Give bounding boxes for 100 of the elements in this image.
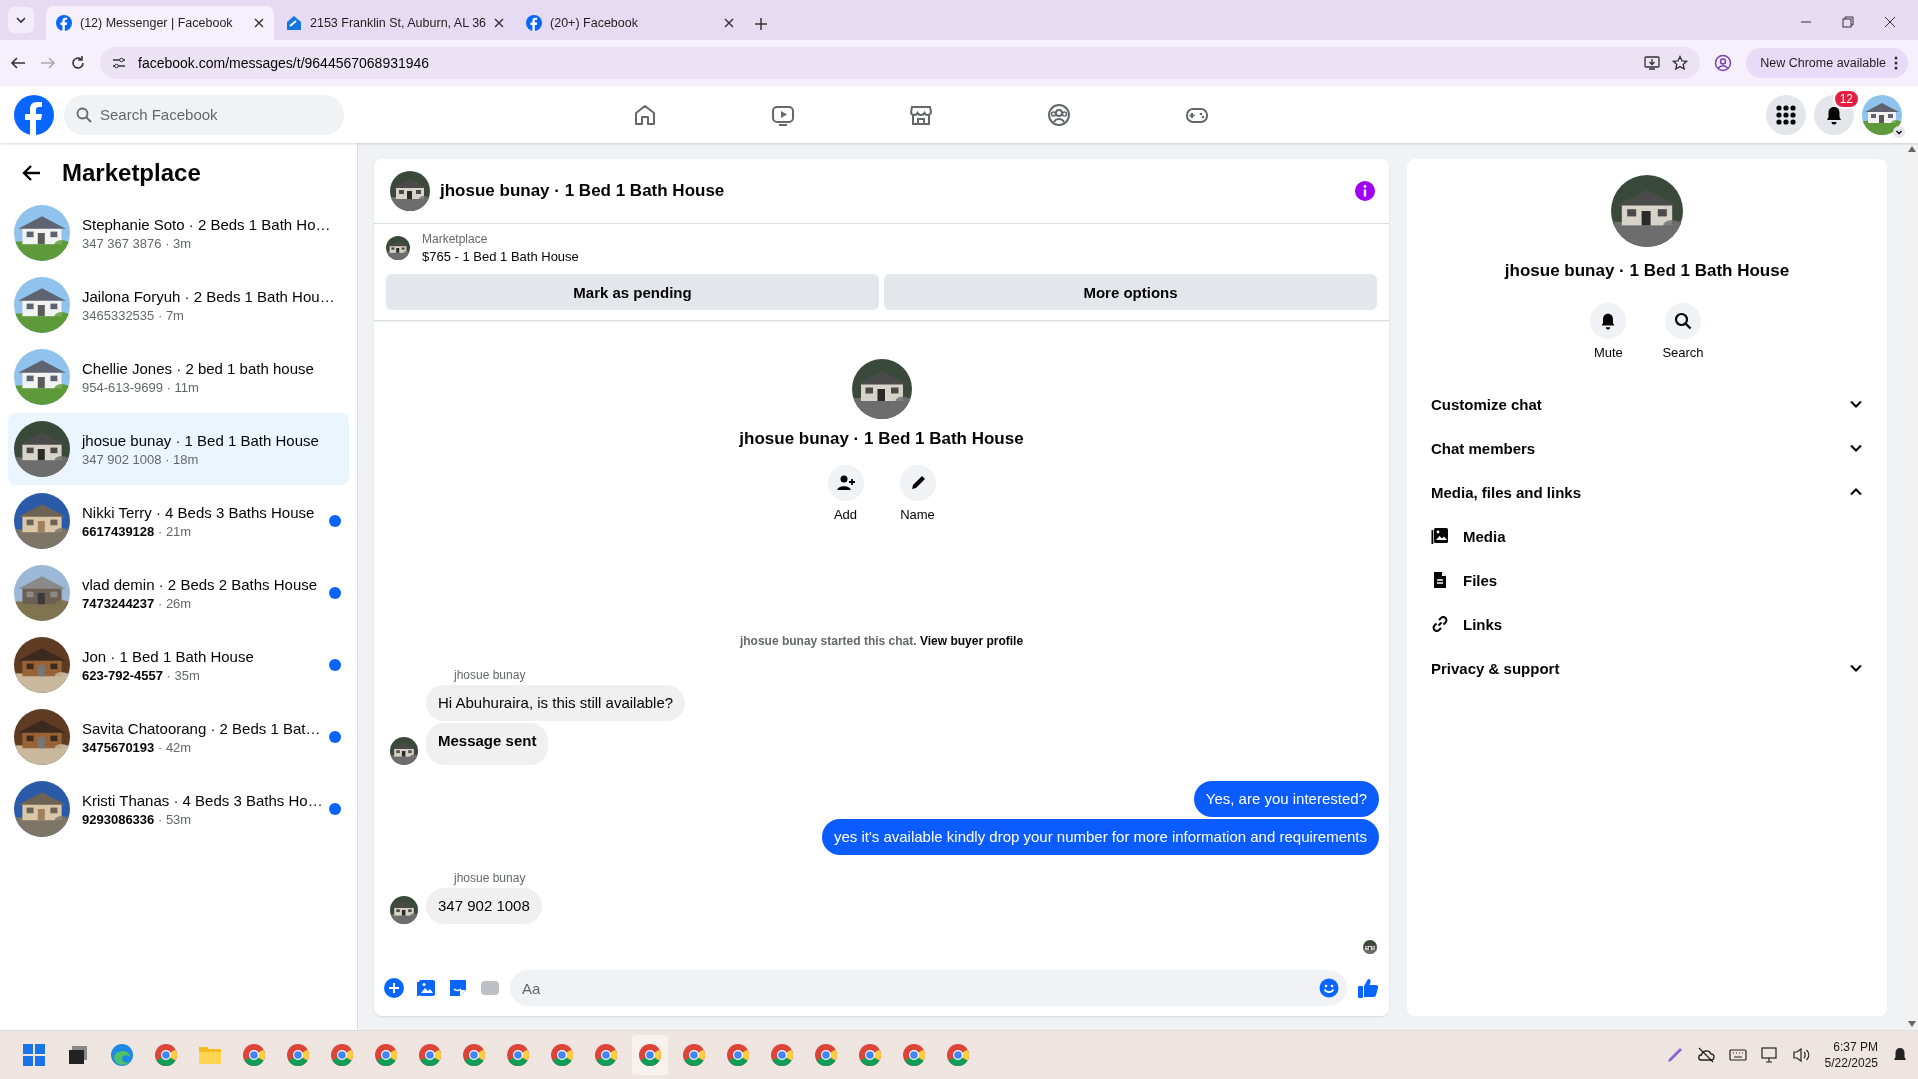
browser-tab[interactable]: 2153 Franklin St, Auburn, AL 36: [276, 6, 515, 40]
star-icon[interactable]: [1672, 55, 1689, 71]
unread-dot: [329, 515, 341, 527]
chrome-icon[interactable]: [330, 1043, 354, 1067]
close-icon[interactable]: [1884, 16, 1896, 28]
restore-icon[interactable]: [1842, 16, 1854, 28]
back-icon[interactable]: [10, 55, 26, 71]
message-input[interactable]: Aa: [510, 970, 1347, 1006]
profile-action-button[interactable]: [827, 465, 864, 501]
chrome-icon[interactable]: [902, 1043, 926, 1067]
edge-icon[interactable]: [110, 1043, 134, 1067]
chrome-icon[interactable]: [374, 1043, 398, 1067]
phone-number: 9293086336: [82, 811, 155, 827]
close-icon[interactable]: [254, 18, 264, 28]
back-arrow-icon[interactable]: [22, 163, 42, 183]
profile-icon[interactable]: [1714, 54, 1733, 72]
section-label: Chat members: [1431, 439, 1536, 457]
chrome-icon[interactable]: [638, 1043, 662, 1067]
section-item[interactable]: Media: [1421, 514, 1873, 558]
section-header[interactable]: Customize chat: [1421, 382, 1873, 426]
sticker-icon[interactable]: [448, 978, 468, 998]
conversation-item[interactable]: Chellie Jones · 2 bed 1 bath house 954-613-9699 · 11m: [8, 341, 349, 413]
conversation-item[interactable]: Jailona Foryuh · 2 Beds 1 Bath Hou… 3465332535 · 7m: [8, 269, 349, 341]
section-header[interactable]: Privacy & support: [1421, 646, 1873, 690]
reload-icon[interactable]: [70, 55, 86, 71]
search-icon: [1674, 312, 1692, 330]
keyboard-icon[interactable]: [1728, 1048, 1747, 1062]
chrome-icon[interactable]: [242, 1043, 266, 1067]
action-label: Search: [1662, 345, 1704, 360]
chrome-icon[interactable]: [154, 1043, 178, 1067]
conversation-item[interactable]: vlad demin · 2 Beds 2 Baths House 7473244237 · 26m: [8, 557, 349, 629]
profile-action-button[interactable]: [1665, 303, 1701, 339]
chrome-icon[interactable]: [286, 1043, 310, 1067]
menu-button[interactable]: [1766, 94, 1806, 135]
windows-start-icon[interactable]: [23, 1044, 45, 1066]
conversation-item[interactable]: Nikki Terry · 4 Beds 3 Baths House 6617439128 · 21m: [8, 485, 349, 557]
chrome-icon[interactable]: [858, 1043, 882, 1067]
browser-tab[interactable]: (20+) Facebook: [516, 6, 745, 40]
chevron-down-icon: [1893, 125, 1905, 138]
cloud-offline-icon[interactable]: [1696, 1047, 1715, 1063]
chrome-icon[interactable]: [682, 1043, 706, 1067]
section-item[interactable]: Files: [1421, 558, 1873, 602]
chrome-icon[interactable]: [506, 1043, 530, 1067]
action-button[interactable]: Mark as pending: [386, 274, 879, 310]
pen-icon[interactable]: [1666, 1047, 1683, 1063]
timestamp: · 35m: [166, 667, 200, 683]
scroll-down-icon[interactable]: [1907, 1021, 1916, 1027]
notification-center-icon[interactable]: [1892, 1047, 1908, 1063]
close-icon[interactable]: [494, 18, 505, 28]
close-icon[interactable]: [724, 18, 735, 28]
section-item-label: Media: [1463, 527, 1506, 545]
home-icon[interactable]: [633, 102, 657, 127]
install-icon[interactable]: [1644, 55, 1661, 71]
clock[interactable]: 6:37 PM 5/22/2025: [1824, 1039, 1878, 1071]
chat-start-note: jhosue bunay started this chat. View buyer profile: [738, 634, 1025, 648]
update-button[interactable]: New Chrome available: [1746, 48, 1908, 78]
sidebar-title: Marketplace: [62, 159, 201, 187]
facebook-logo-icon: [56, 15, 72, 31]
like-icon[interactable]: [1357, 977, 1379, 999]
network-icon[interactable]: [1760, 1047, 1779, 1063]
conversation-item[interactable]: Stephanie Soto · 2 Beds 1 Bath Ho… 347 367 3876 · 3m: [8, 197, 349, 269]
conversation-title: Stephanie Soto · 2 Beds 1 Bath Ho…: [82, 215, 332, 233]
browser-tab[interactable]: (12) Messenger | Facebook: [46, 6, 274, 40]
address-bar[interactable]: facebook.com/messages/t/9644567068931946: [100, 47, 1701, 79]
profile-action-button[interactable]: [899, 465, 936, 501]
info-icon[interactable]: [1355, 181, 1375, 201]
scroll-up-icon[interactable]: [1907, 146, 1916, 152]
chrome-icon[interactable]: [814, 1043, 838, 1067]
section-header[interactable]: Chat members: [1421, 426, 1873, 470]
chrome-icon[interactable]: [550, 1043, 574, 1067]
emoji-icon[interactable]: [1319, 978, 1339, 998]
search-field[interactable]: Search Facebook: [64, 94, 344, 135]
task-view-icon[interactable]: [67, 1044, 89, 1066]
section-item[interactable]: Links: [1421, 602, 1873, 646]
section-header[interactable]: Media, files and links: [1421, 470, 1873, 514]
chrome-icon[interactable]: [946, 1043, 970, 1067]
volume-icon[interactable]: [1792, 1047, 1811, 1063]
groups-icon[interactable]: [1047, 102, 1071, 127]
conversation-item[interactable]: Savita Chatoorang · 2 Beds 1 Bat… 3475670193 · 42m: [8, 701, 349, 773]
message-bubble: Hi Abuhuraira, is this still available?: [426, 685, 686, 721]
new-tab-icon[interactable]: [754, 17, 769, 31]
photo-icon[interactable]: [416, 978, 436, 998]
chrome-icon[interactable]: [418, 1043, 442, 1067]
conversation-item[interactable]: Kristi Thanas · 4 Beds 3 Baths Ho… 9293086336 · 53m: [8, 773, 349, 845]
plus-icon[interactable]: [384, 978, 404, 998]
profile-action-button[interactable]: [1590, 303, 1627, 339]
buyer-profile-link[interactable]: View buyer profile: [919, 634, 1024, 648]
chrome-icon[interactable]: [594, 1043, 618, 1067]
chrome-icon[interactable]: [770, 1043, 794, 1067]
tab-search-button[interactable]: [8, 7, 34, 33]
phone-number: 3465332535: [82, 307, 155, 323]
conversation-item[interactable]: Jon · 1 Bed 1 Bath House 623-792-4557 · 35m: [8, 629, 349, 701]
clock-time: 6:37 PM: [1833, 1039, 1878, 1055]
section-label: Privacy & support: [1431, 659, 1560, 677]
facebook-logo-icon[interactable]: [14, 94, 54, 135]
site-settings-icon[interactable]: [112, 56, 126, 70]
action-button[interactable]: More options: [884, 274, 1377, 310]
chrome-icon[interactable]: [462, 1043, 486, 1067]
conversation-item[interactable]: jhosue bunay · 1 Bed 1 Bath House 347 902 1008 · 18m: [8, 413, 349, 485]
chrome-icon[interactable]: [726, 1043, 750, 1067]
